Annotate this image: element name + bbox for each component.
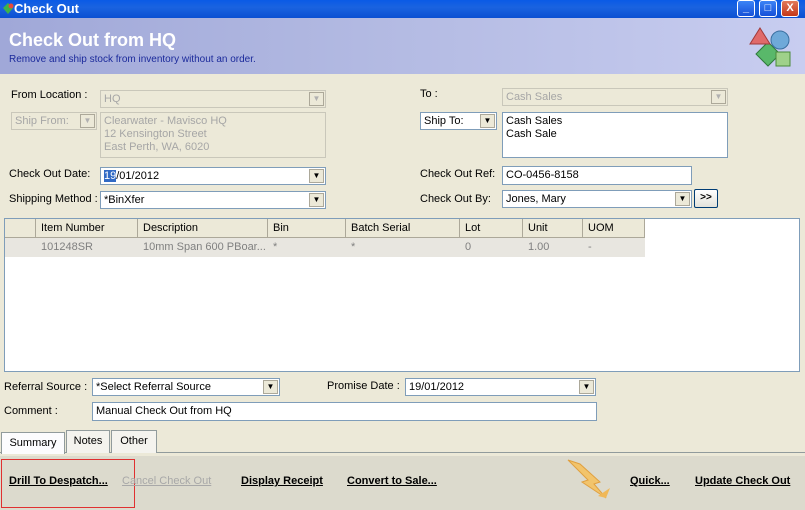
- tab-summary[interactable]: Summary: [1, 432, 65, 454]
- grid-header: Item Number Description Bin Batch Serial…: [5, 219, 645, 238]
- lightning-arrow-icon: [567, 459, 610, 499]
- items-grid[interactable]: Item Number Description Bin Batch Serial…: [4, 218, 800, 372]
- grid-cell: *: [273, 241, 278, 253]
- shipping-method-label: Shipping Method :: [9, 193, 98, 205]
- promise-date-label: Promise Date :: [327, 380, 400, 392]
- grid-column-header[interactable]: Bin: [268, 219, 346, 238]
- to-select[interactable]: Cash Sales ▼: [502, 88, 728, 106]
- check-out-by-value: Jones, Mary: [506, 193, 566, 205]
- ship-to-label: Ship To:: [424, 115, 464, 127]
- ship-from-select[interactable]: Ship From: ▼: [11, 112, 97, 130]
- referral-source-value: *Select Referral Source: [96, 381, 211, 393]
- grid-column-header[interactable]: Lot: [460, 219, 523, 238]
- chevron-down-icon: ▼: [579, 380, 594, 394]
- comment-label: Comment :: [4, 405, 58, 417]
- tab-other[interactable]: Other: [111, 430, 157, 453]
- check-out-by-label: Check Out By:: [420, 193, 491, 205]
- address-line: 12 Kensington Street: [104, 128, 207, 140]
- from-location-select[interactable]: HQ ▼: [100, 90, 326, 108]
- chevron-down-icon: ▼: [711, 90, 726, 104]
- grid-cell: [5, 238, 36, 257]
- grid-cell: -: [588, 241, 592, 253]
- check-out-ref-field[interactable]: CO-0456-8158: [502, 166, 692, 185]
- comment-field[interactable]: Manual Check Out from HQ: [92, 402, 597, 421]
- grid-column-header[interactable]: Unit: [523, 219, 583, 238]
- quick-link[interactable]: Quick...: [630, 475, 670, 487]
- shipping-method-value: *BinXfer: [104, 194, 145, 206]
- chevron-down-icon: ▼: [480, 114, 495, 128]
- check-out-date-label: Check Out Date:: [9, 168, 91, 180]
- grid-column-header[interactable]: Item Number: [36, 219, 138, 238]
- minimize-button[interactable]: _: [737, 0, 755, 17]
- chevron-down-icon: ▼: [309, 193, 324, 207]
- maximize-button[interactable]: □: [759, 0, 777, 17]
- select-user-button[interactable]: >>: [694, 189, 718, 208]
- to-value: Cash Sales: [506, 91, 563, 103]
- date-selected-part: 19: [104, 170, 117, 182]
- grid-cell: 101248SR: [41, 241, 93, 253]
- referral-source-label: Referral Source :: [4, 381, 88, 393]
- grid-column-header[interactable]: Batch Serial: [346, 219, 460, 238]
- page-subtitle: Remove and ship stock from inventory wit…: [9, 54, 256, 65]
- grid-column-header[interactable]: UOM: [583, 219, 645, 238]
- grid-cell: 1.00: [528, 241, 550, 253]
- grid-cell: 0: [465, 241, 472, 253]
- window-title-bar: Check Out _ □ X: [0, 0, 805, 18]
- chevron-down-icon[interactable]: ▼: [309, 169, 324, 183]
- shipping-method-select[interactable]: *BinXfer ▼: [100, 191, 326, 209]
- grid-cell: 10mm Span 600 PBoar...: [143, 241, 266, 253]
- ship-to-address[interactable]: Cash Sales Cash Sale: [502, 112, 728, 158]
- chevron-down-icon: ▼: [309, 92, 324, 106]
- cancel-check-out-link[interactable]: Cancel Check Out: [122, 475, 211, 487]
- close-button[interactable]: X: [781, 0, 799, 17]
- check-out-ref-label: Check Out Ref:: [420, 168, 496, 180]
- drill-to-despatch-link[interactable]: Drill To Despatch...: [9, 475, 108, 487]
- window-title: Check Out: [14, 1, 80, 16]
- ship-from-address: Clearwater - Mavisco HQ 12 Kensington St…: [100, 112, 326, 158]
- grid-column-header[interactable]: Description: [138, 219, 268, 238]
- chevron-down-icon: ▼: [80, 114, 95, 128]
- from-location-value: HQ: [104, 93, 121, 105]
- page-title: Check Out from HQ: [9, 30, 177, 50]
- chevron-down-icon: ▼: [675, 192, 690, 206]
- check-out-date-picker[interactable]: 19/01/2012 ▼: [100, 167, 326, 185]
- update-check-out-link[interactable]: Update Check Out: [695, 475, 790, 487]
- grid-column-header: [5, 219, 36, 238]
- address-line: Cash Sale: [506, 128, 557, 140]
- chevron-down-icon: ▼: [263, 380, 278, 394]
- grid-cell: *: [351, 241, 356, 253]
- date-rest-part: /01/2012: [116, 170, 160, 182]
- display-receipt-link[interactable]: Display Receipt: [241, 475, 323, 487]
- convert-to-sale-link[interactable]: Convert to Sale...: [347, 475, 437, 487]
- address-line: East Perth, WA, 6020: [104, 141, 210, 153]
- shapes-logo-icon: [749, 27, 791, 67]
- from-location-label: From Location :: [11, 89, 88, 101]
- promise-date-value: 19/01/2012: [409, 381, 465, 393]
- tab-notes[interactable]: Notes: [66, 430, 110, 453]
- promise-date-picker[interactable]: 19/01/2012 ▼: [405, 378, 596, 396]
- address-line: Cash Sales: [506, 115, 563, 127]
- check-out-by-select[interactable]: Jones, Mary ▼: [502, 190, 692, 208]
- address-line: Clearwater - Mavisco HQ: [104, 115, 227, 127]
- ship-to-select[interactable]: Ship To: ▼: [420, 112, 497, 130]
- ship-from-label: Ship From:: [15, 115, 69, 127]
- referral-source-select[interactable]: *Select Referral Source ▼: [92, 378, 280, 396]
- to-label: To :: [420, 88, 438, 100]
- table-row[interactable]: 101248SR 10mm Span 600 PBoar... * * 0 1.…: [5, 238, 645, 257]
- page-header: Check Out from HQ Remove and ship stock …: [0, 18, 805, 74]
